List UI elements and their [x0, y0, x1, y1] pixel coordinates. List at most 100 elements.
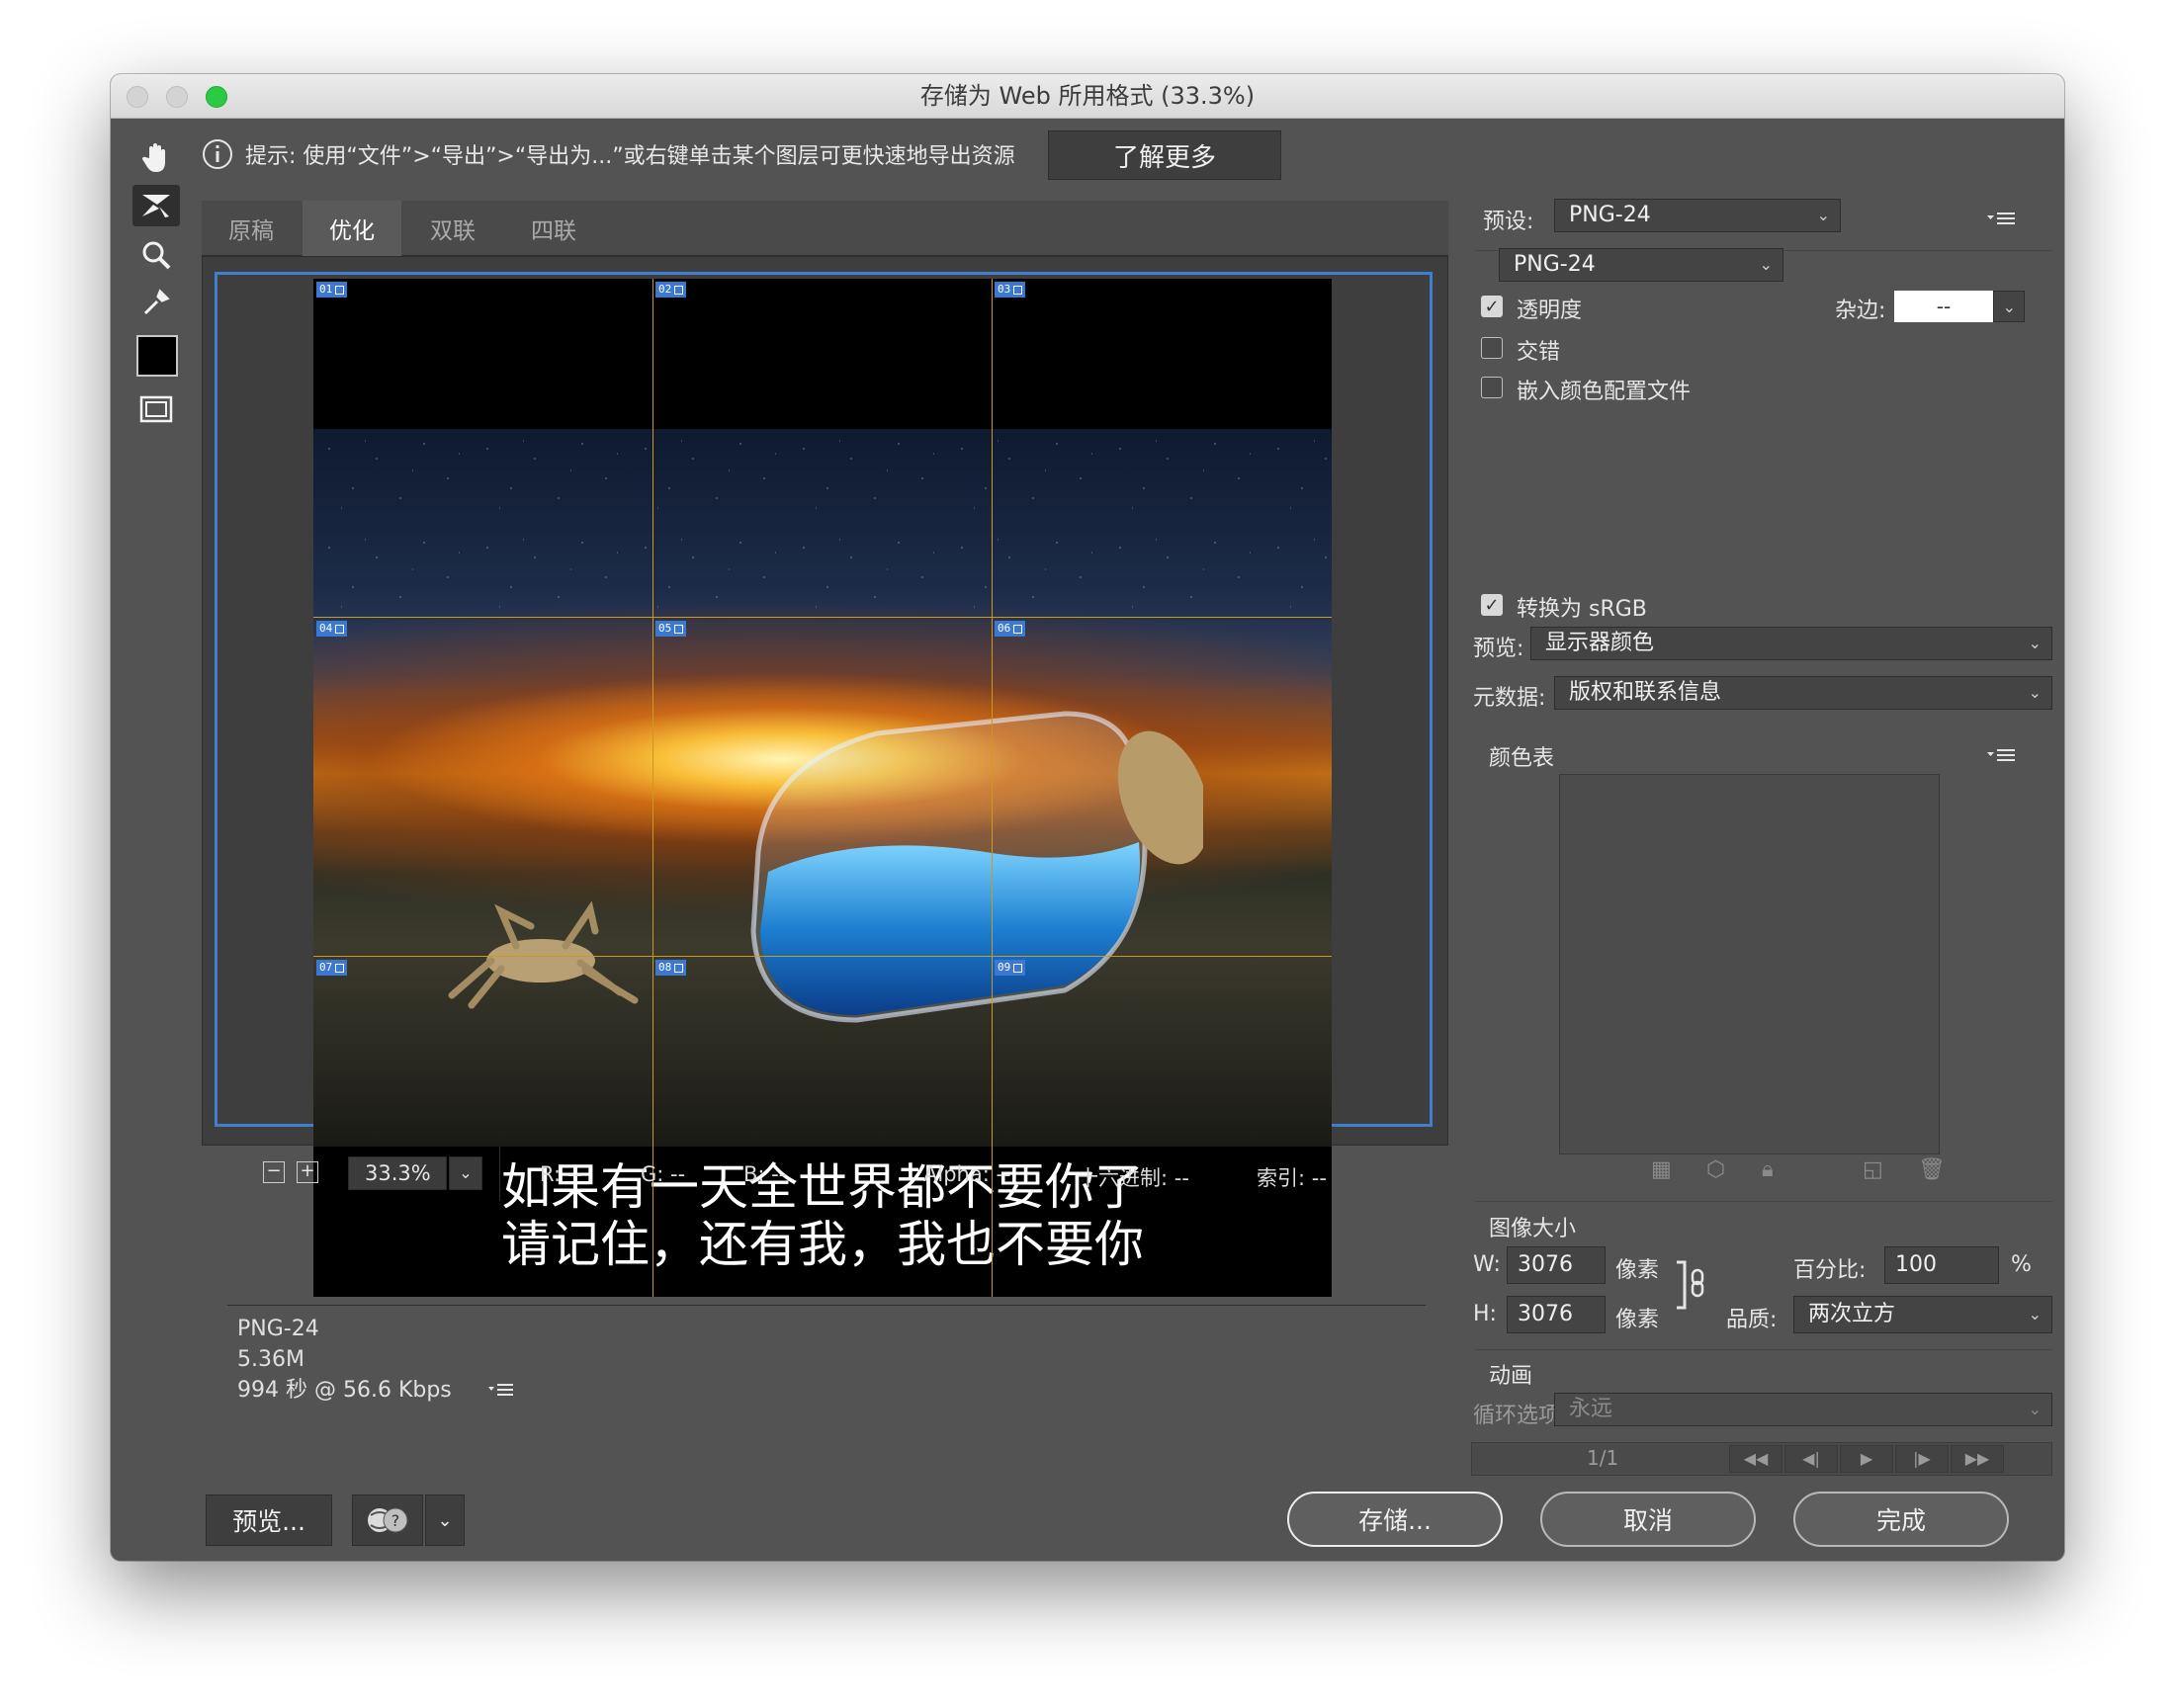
slice-tag-07[interactable]: 07	[316, 960, 348, 976]
height-field[interactable]: 3076	[1507, 1296, 1606, 1333]
slice-line	[313, 617, 1332, 618]
preview-color-dropdown[interactable]: 显示器颜色 ⌄	[1530, 627, 2052, 660]
percent-unit: %	[2011, 1252, 2032, 1277]
window-title: 存储为 Web 所用格式 (33.3%)	[919, 82, 1256, 110]
preview-label: 预览:	[1473, 637, 1524, 661]
zoom-out-button[interactable]: −	[263, 1161, 285, 1183]
convert-srgb-checkbox[interactable]: ✓	[1481, 594, 1503, 616]
slice-tag-06[interactable]: 06	[995, 621, 1026, 637]
eyedropper-color-swatch[interactable]	[136, 335, 178, 377]
slice-tag-08[interactable]: 08	[655, 960, 687, 976]
slice-auto-icon	[674, 963, 684, 973]
eyedropper-tool[interactable]	[132, 282, 180, 323]
color-table-title: 颜色表	[1489, 746, 1555, 771]
slice-auto-icon	[1013, 963, 1023, 973]
readout-b: B: --	[743, 1162, 787, 1186]
cancel-button[interactable]: 取消	[1540, 1492, 1756, 1547]
download-speed-menu-icon[interactable]	[488, 1382, 514, 1398]
title-bar: 存储为 Web 所用格式 (33.3%)	[111, 74, 2064, 119]
top-black-band	[313, 279, 1332, 429]
magnifier-icon	[142, 241, 171, 270]
browser-globe-icon: ?	[368, 1507, 408, 1533]
readout-alpha: Alpha: --	[923, 1162, 1011, 1186]
save-for-web-dialog: 存储为 Web 所用格式 (33.3%) 提示: 使用“文件”>“导出”>“导出…	[111, 74, 2064, 1561]
first-frame-button[interactable]: ◀◀	[1729, 1445, 1782, 1473]
play-icon: ▶	[1860, 1449, 1873, 1468]
preview-button[interactable]: 预览...	[206, 1494, 332, 1546]
slice-auto-icon	[335, 963, 345, 973]
hand-tool[interactable]	[132, 137, 180, 179]
preview-image[interactable]: 如果有一天全世界都不要你了 请记住，还有我，我也不要你 01 02 03 04 …	[313, 279, 1332, 1297]
tab-2-up[interactable]: 双联	[403, 201, 502, 256]
tab-optimized[interactable]: 优化	[303, 201, 401, 256]
width-field[interactable]: 3076	[1507, 1246, 1606, 1284]
resample-quality-dropdown[interactable]: 两次立方 ⌄	[1793, 1296, 2052, 1333]
metadata-dropdown[interactable]: 版权和联系信息 ⌄	[1554, 676, 2052, 710]
slice-tag-04[interactable]: 04	[316, 621, 348, 637]
chevron-down-icon: ⌄	[437, 1509, 453, 1531]
height-label: H:	[1473, 1302, 1497, 1326]
export-hint: 提示: 使用“文件”>“导出”>“导出为...”或右键单击某个图层可更快速地导出…	[202, 131, 1015, 177]
slice-line	[313, 956, 1332, 957]
previous-frame-button[interactable]: ◀|	[1784, 1445, 1838, 1473]
slice-auto-icon	[1013, 624, 1023, 634]
last-frame-button[interactable]: ▶▶	[1951, 1445, 2004, 1473]
transparency-checkbox[interactable]: ✓	[1481, 296, 1503, 317]
color-table-menu-icon[interactable]	[1987, 746, 2017, 764]
svg-text:?: ?	[391, 1511, 400, 1530]
browser-preview-dropdown[interactable]: ⌄	[425, 1494, 465, 1546]
web-snap-icon[interactable]: ▦	[1651, 1157, 1672, 1182]
new-color-icon[interactable]: ◱	[1863, 1157, 1883, 1182]
percent-field[interactable]: 100	[1884, 1246, 1999, 1284]
zoom-level-field[interactable]: 33.3%	[348, 1156, 447, 1190]
preset-label: 预设:	[1483, 210, 1534, 234]
done-button[interactable]: 完成	[1793, 1492, 2009, 1547]
slice-tag-09[interactable]: 09	[995, 960, 1026, 976]
slice-line	[992, 279, 993, 1297]
interlaced-checkbox[interactable]	[1481, 337, 1503, 359]
matte-dropdown[interactable]: ⌄	[1993, 291, 2025, 322]
optimization-info: PNG-24 5.36M 994 秒 @ 56.6 Kbps	[227, 1305, 1426, 1419]
constrain-proportions-link-icon[interactable]	[1675, 1258, 1714, 1312]
lock-icon[interactable]: 🔒︎	[1762, 1157, 1774, 1182]
zoom-level-dropdown[interactable]: ⌄	[449, 1156, 482, 1190]
slice-tag-05[interactable]: 05	[655, 621, 687, 637]
trash-icon[interactable]: 🗑︎	[1918, 1157, 1946, 1182]
starfield	[313, 429, 1332, 627]
width-unit: 像素	[1615, 1258, 1660, 1283]
interlaced-label: 交错	[1517, 340, 1561, 365]
loop-options-dropdown[interactable]: 永远 ⌄	[1554, 1393, 2052, 1426]
chevron-down-icon: ⌄	[2002, 298, 2016, 316]
tab-original[interactable]: 原稿	[202, 201, 301, 256]
chevron-down-icon: ⌄	[1816, 206, 1830, 224]
slice-tag-03[interactable]: 03	[995, 282, 1026, 298]
cube-icon[interactable]: ⬡	[1706, 1157, 1725, 1182]
info-icon	[203, 139, 232, 169]
optimize-menu-icon[interactable]	[1987, 210, 2017, 227]
zoom-in-button[interactable]: +	[297, 1161, 318, 1183]
play-button[interactable]: ▶	[1840, 1445, 1893, 1473]
divider	[1475, 1349, 2052, 1350]
save-button[interactable]: 存储...	[1287, 1492, 1503, 1547]
learn-more-button[interactable]: 了解更多	[1048, 130, 1281, 180]
embed-color-profile-checkbox[interactable]	[1481, 377, 1503, 398]
preset-dropdown[interactable]: PNG-24 ⌄	[1554, 199, 1841, 232]
readout-index: 索引: --	[1257, 1166, 1327, 1190]
chevron-down-icon: ⌄	[459, 1163, 473, 1182]
browser-preview-button[interactable]: ?	[352, 1494, 423, 1546]
file-format-dropdown[interactable]: PNG-24 ⌄	[1499, 248, 1783, 282]
slice-auto-icon	[674, 624, 684, 634]
color-table[interactable]	[1559, 774, 1940, 1154]
zoom-tool[interactable]	[132, 234, 180, 276]
toggle-slices-visibility[interactable]	[132, 388, 180, 430]
next-frame-button[interactable]: |▶	[1895, 1445, 1949, 1473]
readout-g: G: --	[641, 1162, 686, 1186]
slice-tag-02[interactable]: 02	[655, 282, 687, 298]
embed-color-profile-label: 嵌入颜色配置文件	[1517, 380, 1692, 404]
slice-line	[652, 279, 653, 1297]
slice-tag-01[interactable]: 01	[316, 282, 348, 298]
slice-select-tool[interactable]	[132, 185, 180, 226]
tab-4-up[interactable]: 四联	[504, 201, 603, 256]
info-file-size: 5.36M	[237, 1347, 304, 1372]
matte-color-field[interactable]: --	[1894, 291, 1993, 322]
